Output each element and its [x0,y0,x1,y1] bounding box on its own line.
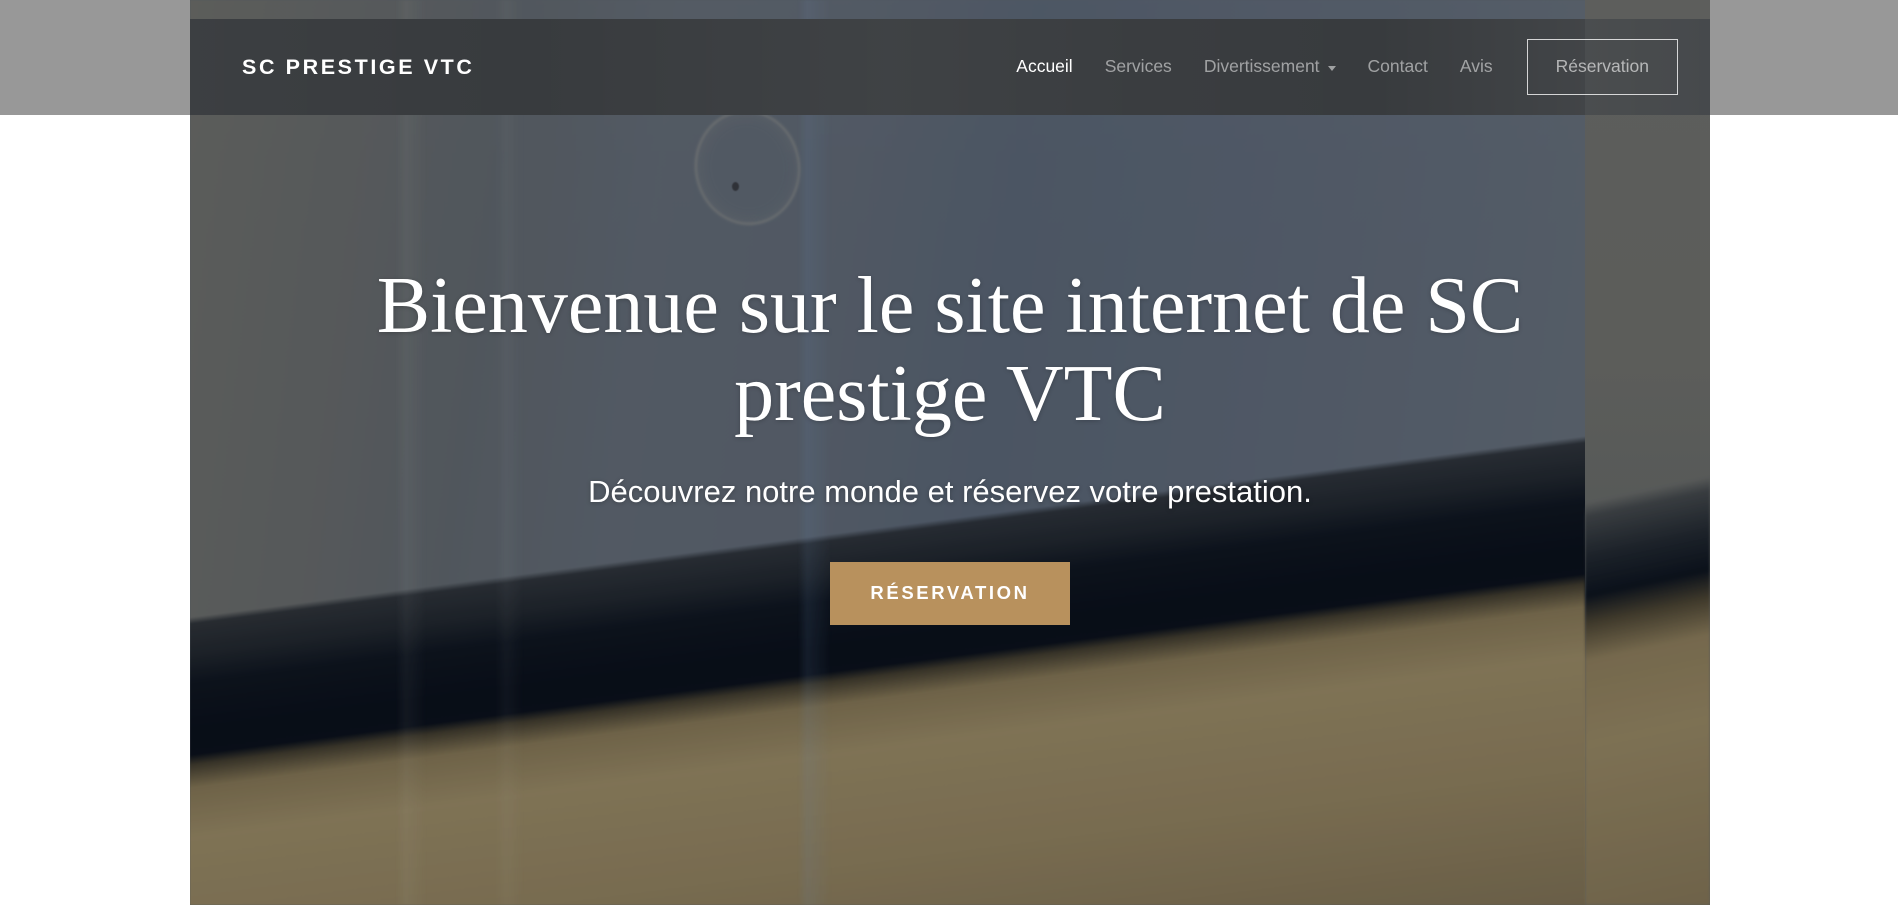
hero-subtitle: Découvrez notre monde et réservez votre … [588,474,1312,509]
hero-title: Bienvenue sur le site internet de SC pre… [376,262,1524,438]
brand-logo[interactable]: SC PRESTIGE VTC [222,55,475,80]
site-header: SC PRESTIGE VTC Accueil Services Diverti… [190,19,1710,115]
nav-item-contact[interactable]: Contact [1352,49,1444,85]
chevron-down-icon [1327,65,1336,71]
hero-section: Bienvenue sur le site internet de SC pre… [190,0,1710,905]
nav-item-accueil-label: Accueil [1016,56,1073,77]
nav-item-avis-label: Avis [1459,56,1493,77]
site-content-column: Bienvenue sur le site internet de SC pre… [190,0,1710,905]
header-reservation-button[interactable]: Réservation [1526,39,1678,95]
nav-item-services[interactable]: Services [1089,49,1188,85]
header-inner: SC PRESTIGE VTC Accueil Services Diverti… [190,19,1710,115]
page-root: Bienvenue sur le site internet de SC pre… [0,0,1898,905]
nav-item-services-label: Services [1104,56,1172,77]
nav-item-avis[interactable]: Avis [1444,49,1509,85]
nav-item-divertissement[interactable]: Divertissement [1188,49,1352,85]
nav-item-contact-label: Contact [1367,56,1428,77]
main-navigation: Accueil Services Divertissement Contact … [1000,19,1678,115]
nav-item-divertissement-label: Divertissement [1203,56,1320,77]
nav-item-accueil[interactable]: Accueil [1000,49,1088,85]
hero-reservation-button[interactable]: RÉSERVATION [830,562,1070,625]
